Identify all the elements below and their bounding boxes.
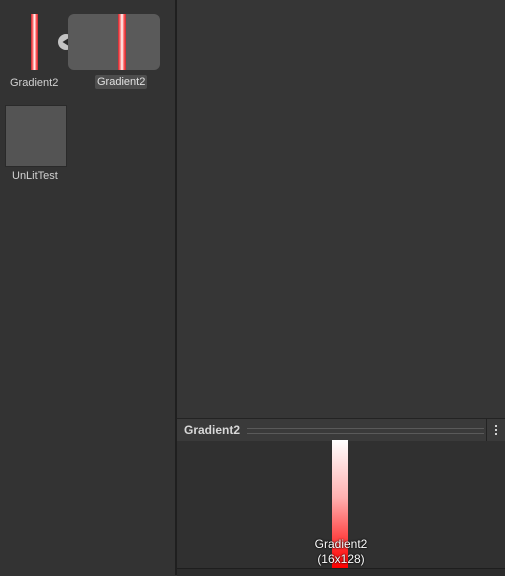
selected-asset-label[interactable]: Gradient2	[95, 75, 148, 89]
preview-caption-size: (16x128)	[317, 552, 365, 566]
preview-caption-name: Gradient2	[314, 537, 368, 551]
preview-pane: Gradient2 (16x128)	[177, 440, 505, 568]
asset-unlittest-material[interactable]	[5, 105, 67, 167]
preview-title: Gradient2	[184, 423, 241, 437]
project-asset-grid: Gradient2 Gradient2 UnLitTest	[0, 0, 175, 575]
preview-header[interactable]: Gradient2	[177, 418, 505, 442]
asset-gradient2-sprite[interactable]	[68, 14, 160, 70]
asset-label: Gradient2	[10, 77, 59, 89]
asset-label: UnLitTest	[12, 170, 58, 182]
asset-gradient2-texture[interactable]: Gradient2	[0, 0, 66, 92]
gradient-thumbnail	[118, 14, 126, 70]
gradient-thumbnail	[31, 14, 38, 70]
drag-grip[interactable]	[247, 428, 484, 434]
kebab-menu-icon[interactable]	[486, 419, 505, 441]
